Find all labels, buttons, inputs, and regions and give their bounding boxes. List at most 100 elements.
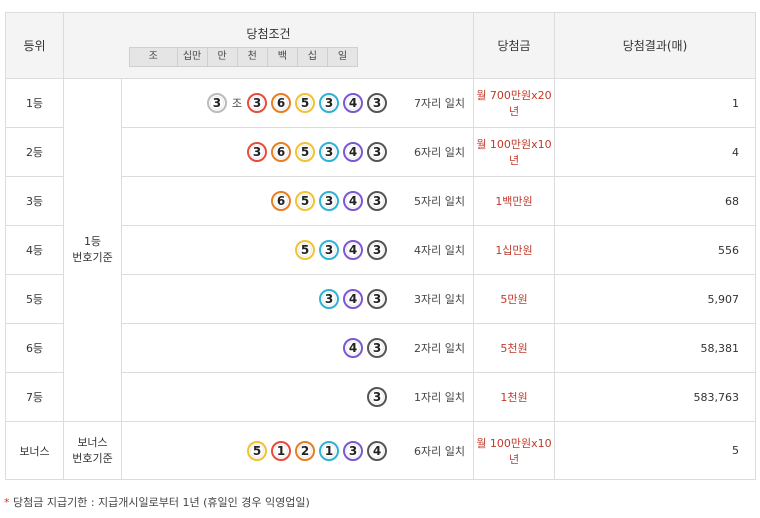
number-ball: 1	[271, 440, 291, 461]
prize-cell: 월 100만원x10년	[473, 421, 555, 480]
number-ball: 3	[319, 93, 339, 113]
rank-cell: 1등	[5, 78, 64, 128]
number-ball: 4	[343, 338, 363, 358]
ball-group: 512134	[247, 440, 387, 461]
number-ball: 6	[271, 142, 291, 162]
number-ball: 1	[319, 440, 339, 461]
number-ball: 3	[367, 191, 387, 211]
rank-cell: 7등	[5, 372, 64, 422]
ball-group: 343	[319, 289, 387, 309]
prize-cell: 월 100만원x10년	[473, 127, 555, 177]
number-ball: 2	[295, 440, 315, 461]
number-ball: 4	[343, 142, 363, 162]
condition-header: 당첨조건 조 십만 만 천 백 십 일	[63, 12, 474, 79]
count-cell: 583,763	[554, 372, 756, 422]
number-ball: 5	[295, 191, 315, 211]
count-cell: 68	[554, 176, 756, 226]
rank-cell: 4등	[5, 225, 64, 275]
prize-cell: 1십만원	[473, 225, 555, 275]
basis-label: 번호기준	[72, 451, 113, 465]
condition-cell: 343 3자리 일치	[121, 274, 474, 324]
number-ball: 5	[247, 440, 267, 461]
number-ball: 3	[367, 289, 387, 309]
count-cell: 556	[554, 225, 756, 275]
note-star: *	[4, 496, 10, 509]
condition-cell: 65343 5자리 일치	[121, 176, 474, 226]
result-header: 당첨결과(매)	[554, 12, 756, 79]
condition-cell: 512134 6자리 일치	[121, 421, 474, 480]
number-ball: 4	[343, 93, 363, 113]
digit-label: 십만	[176, 46, 208, 67]
prize-cell: 1천원	[473, 372, 555, 422]
payment-note: * 당첨금 지급기한 : 지급개시일로부터 1년 (휴일인 경우 익영업일)	[4, 494, 310, 510]
rank-cell: 6등	[5, 323, 64, 373]
basis-bonus: 보너스 번호기준	[63, 421, 122, 480]
count-cell: 4	[554, 127, 756, 177]
condition-cell: 5343 4자리 일치	[121, 225, 474, 275]
table-row: 보너스 보너스 번호기준 512134 6자리 일치 월 100만원x10년 5	[5, 421, 756, 480]
condition-title: 당첨조건	[246, 26, 291, 41]
rank-cell: 2등	[5, 127, 64, 177]
basis-first: 1등 번호기준	[63, 78, 122, 422]
number-ball: 3	[367, 240, 387, 260]
rank-cell: 보너스	[5, 421, 64, 480]
match-text: 6자리 일치	[414, 444, 465, 458]
number-ball: 4	[367, 440, 387, 461]
number-ball: 3	[247, 142, 267, 162]
number-ball: 3	[319, 240, 339, 260]
ball-group: 3조365343	[206, 93, 387, 113]
digit-labels: 조 십만 만 천 백 십 일	[129, 46, 358, 67]
number-ball: 3	[319, 191, 339, 211]
number-ball: 6	[271, 191, 291, 211]
prize-cell: 월 700만원x20년	[473, 78, 555, 128]
number-ball: 6	[271, 93, 291, 113]
digit-label: 천	[236, 46, 268, 67]
number-ball: 3	[319, 142, 339, 162]
prize-header: 당첨금	[473, 12, 555, 79]
rank-header: 등위	[5, 12, 64, 79]
prize-cell: 5천원	[473, 323, 555, 373]
prize-cell: 5만원	[473, 274, 555, 324]
condition-cell: 43 2자리 일치	[121, 323, 474, 373]
number-ball: 3	[367, 142, 387, 162]
number-ball: 3	[367, 93, 387, 113]
basis-label: 보너스	[77, 435, 108, 449]
match-text: 3자리 일치	[414, 293, 465, 306]
digit-label: 조	[129, 46, 178, 67]
number-ball: 4	[343, 289, 363, 309]
ball-group: 65343	[271, 191, 387, 211]
digit-label: 백	[266, 46, 298, 67]
basis-label: 1등	[83, 235, 102, 248]
number-ball: 5	[295, 240, 315, 260]
digit-label: 일	[326, 46, 358, 67]
number-ball: 4	[343, 240, 363, 260]
rank-cell: 5등	[5, 274, 64, 324]
match-text: 1자리 일치	[414, 391, 465, 404]
match-text: 4자리 일치	[414, 244, 465, 257]
number-ball: 3	[206, 93, 227, 113]
number-ball: 3	[343, 440, 363, 461]
rank-cell: 3등	[5, 176, 64, 226]
digit-label: 만	[206, 46, 238, 67]
number-ball: 5	[295, 93, 315, 113]
number-ball: 3	[367, 387, 387, 407]
number-ball: 5	[295, 142, 315, 162]
number-ball: 3	[367, 338, 387, 358]
number-ball: 3	[319, 289, 339, 309]
ball-group: 43	[343, 338, 387, 358]
unit-label: 조	[231, 97, 242, 110]
count-cell: 5	[554, 421, 756, 480]
match-text: 2자리 일치	[414, 342, 465, 355]
match-text: 7자리 일치	[414, 97, 465, 110]
ball-group: 5343	[295, 240, 387, 260]
condition-cell: 365343 6자리 일치	[121, 127, 474, 177]
digit-label: 십	[296, 46, 328, 67]
condition-cell: 3 1자리 일치	[121, 372, 474, 422]
ball-group: 365343	[247, 142, 387, 162]
count-cell: 1	[554, 78, 756, 128]
results-table: 등위 당첨조건 조 십만 만 천 백 십 일 당첨금 당첨결과(매) 1등 1등	[5, 12, 756, 480]
count-cell: 58,381	[554, 323, 756, 373]
condition-cell: 3조365343 7자리 일치	[121, 78, 474, 128]
number-ball: 4	[343, 191, 363, 211]
prize-cell: 1백만원	[473, 176, 555, 226]
